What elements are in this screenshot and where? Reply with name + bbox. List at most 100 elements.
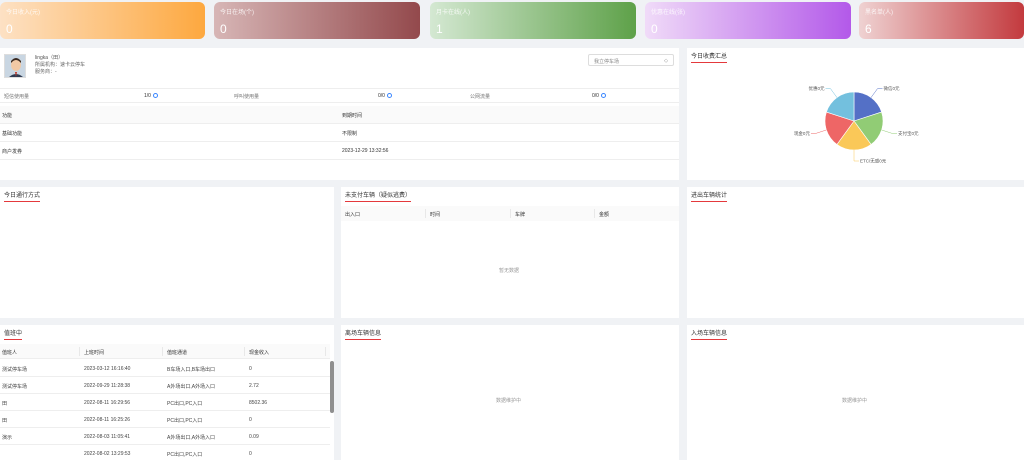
stat-label: 黑名单(人) xyxy=(865,10,893,16)
fee-summary-panel: 今日收费汇总 微信0元 支付宝0元 ETC/无感0元 现金0元 优惠0元 xyxy=(687,48,1024,180)
empty-text: 暂无数据 xyxy=(499,268,520,274)
pie-label: 支付宝0元 xyxy=(898,130,919,137)
pie-label: 微信0元 xyxy=(884,85,901,92)
inout-stats-panel: 进出车辆统计 xyxy=(687,187,1024,318)
parking-select-value: 我立停车场 xyxy=(594,59,620,65)
feature-expire: 2023-12-29 13:32:56 xyxy=(342,148,389,154)
table-row: 田 2022-08-11 16:29:56 PC出口,PC入口 8502.36 xyxy=(0,394,330,411)
stat-value: 6 xyxy=(865,22,872,36)
user-name: lingka（田） xyxy=(35,55,64,61)
table-row: 演示 2022-08-03 11:05:41 A外场出口,A外场入口 0.09 xyxy=(0,428,330,445)
table-cell: 演示 xyxy=(2,435,13,441)
table-cell: A外场出口,A外场入口 xyxy=(167,384,216,390)
pie-label: ETC/无感0元 xyxy=(860,158,887,165)
feature-name: 基础功能 xyxy=(2,131,23,137)
usage-call-value: 0/0 xyxy=(378,93,392,99)
table-cell: 0 xyxy=(249,417,252,423)
avatar xyxy=(4,54,26,78)
table-cell: 2.72 xyxy=(249,383,259,389)
info-icon[interactable] xyxy=(386,93,392,99)
table-cell: 2023-03-12 16:16:40 xyxy=(84,366,131,372)
traffic-mode-panel: 今日通行方式 xyxy=(0,187,334,318)
stat-card-income: 今日收入(元) 0 xyxy=(0,2,205,39)
panel-title: 值班中 xyxy=(4,328,23,340)
pie-label-line xyxy=(881,129,898,134)
table-cell: 2022-08-11 16:25:26 xyxy=(84,417,131,423)
table-cell: 0 xyxy=(249,366,252,372)
usage-row: 短信使用量 1/0 呼叫使用量 0/0 公网流量 0/0 xyxy=(0,88,679,103)
stat-card-monthly: 月卡在线(人) 1 xyxy=(430,2,636,39)
col-expire: 到期时间 xyxy=(342,113,363,119)
pie-label-line xyxy=(825,88,838,98)
exit-vehicles-panel: 离场车辆信息 数据维护中 xyxy=(341,325,679,460)
info-icon[interactable] xyxy=(600,93,606,99)
parking-select[interactable]: 我立停车场 ◇ xyxy=(588,54,674,66)
table-cell: 测试停车场 xyxy=(2,367,28,373)
scrollbar[interactable] xyxy=(330,361,334,413)
pie-label-line xyxy=(810,129,827,134)
on-duty-panel: 值班中 值班人 上班时间 值班通道 现金收入 测试停车场 2023-03-12 1… xyxy=(0,325,334,460)
stat-value: 0 xyxy=(6,22,13,36)
maintenance-text: 数据维护中 xyxy=(496,398,522,404)
avatar-icon xyxy=(5,55,25,77)
pie-label-line xyxy=(870,88,883,98)
table-cell: PC出口,PC入口 xyxy=(167,401,203,407)
table-cell: 0 xyxy=(249,451,252,457)
usage-traffic-label: 公网流量 xyxy=(470,94,491,100)
table-cell: 田 xyxy=(2,401,8,407)
table-row: 测试停车场 2023-03-12 16:16:40 B车场入口,B车场出口 0 xyxy=(0,360,330,377)
table-row: 商户发券 2023-12-29 13:32:56 xyxy=(0,142,679,160)
table-cell: 2022-09-29 11:28:38 xyxy=(84,383,131,389)
panel-title: 今日通行方式 xyxy=(4,190,41,202)
pie-label: 现金0元 xyxy=(794,130,811,137)
chevron-down-icon: ◇ xyxy=(664,58,668,64)
stats-row: 今日收入(元) 0 今日在场(个) 0 月卡在线(人) 1 优惠在线(张) 0 … xyxy=(0,0,1024,44)
table-cell: PC出口,PC入口 xyxy=(167,452,203,458)
table-cell: A外场出口,A外场入口 xyxy=(167,435,216,441)
usage-sms-value: 1/0 xyxy=(144,93,158,99)
panel-title: 未支付车辆（疑似逃费） xyxy=(345,190,412,202)
table-cell: 8502.36 xyxy=(249,400,268,406)
col-start: 上班时间 xyxy=(84,350,105,356)
stat-card-coupon: 优惠在线(张) 0 xyxy=(645,2,851,39)
user-provider: 服务商：- xyxy=(35,69,57,75)
panel-title: 进出车辆统计 xyxy=(691,190,728,202)
col-gate: 出入口 xyxy=(345,212,361,218)
duty-table-header: 值班人 上班时间 值班通道 现金收入 xyxy=(0,344,330,359)
feature-expire: 不限制 xyxy=(342,131,358,137)
stat-value: 1 xyxy=(436,22,443,36)
stat-card-blacklist: 黑名单(人) 6 xyxy=(859,2,1024,39)
stat-label: 今日在场(个) xyxy=(220,10,254,16)
col-feature: 功能 xyxy=(2,113,13,119)
stat-label: 月卡在线(人) xyxy=(436,10,470,16)
usage-sms-label: 短信使用量 xyxy=(4,94,30,100)
col-cash: 现金收入 xyxy=(249,350,270,356)
stat-label: 优惠在线(张) xyxy=(651,10,685,16)
usage-traffic-value: 0/0 xyxy=(592,93,606,99)
table-cell: 2022-08-03 11:05:41 xyxy=(84,434,131,440)
unpaid-table-header: 出入口 时间 车牌 金额 xyxy=(341,206,679,221)
col-channel: 值班通道 xyxy=(167,350,188,356)
feature-table-header: 功能 到期时间 xyxy=(0,106,679,124)
table-cell: B车场入口,B车场出口 xyxy=(167,367,216,373)
col-time: 时间 xyxy=(430,212,441,218)
panel-title: 离场车辆信息 xyxy=(345,328,382,340)
table-row: 基础功能 不限制 xyxy=(0,124,679,142)
table-cell: 2022-08-02 13:29:53 xyxy=(84,451,131,457)
stat-value: 0 xyxy=(220,22,227,36)
pie-chart: 微信0元支付宝0元 ETC/无感0元 现金0元 优惠0元 xyxy=(794,85,919,165)
stat-label: 今日收入(元) xyxy=(6,10,40,16)
table-cell: 田 xyxy=(2,418,8,424)
pie-label-line xyxy=(853,150,859,162)
unpaid-vehicles-panel: 未支付车辆（疑似逃费） 出入口 时间 车牌 金额 暂无数据 xyxy=(341,187,679,318)
table-row: 2022-08-02 13:29:53 PC出口,PC入口 0 xyxy=(0,445,330,460)
entry-vehicles-panel: 入场车辆信息 数据维护中 xyxy=(687,325,1024,460)
table-cell: 测试停车场 xyxy=(2,384,28,390)
stat-value: 0 xyxy=(651,22,658,36)
table-row: 田 2022-08-11 16:25:26 PC出口,PC入口 0 xyxy=(0,411,330,428)
panel-title: 入场车辆信息 xyxy=(691,328,728,340)
table-cell: 2022-08-11 16:29:56 xyxy=(84,400,131,406)
table-row: 测试停车场 2022-09-29 11:28:38 A外场出口,A外场入口 2.72 xyxy=(0,377,330,394)
info-icon[interactable] xyxy=(152,93,158,99)
pie-label: 优惠0元 xyxy=(808,85,825,92)
